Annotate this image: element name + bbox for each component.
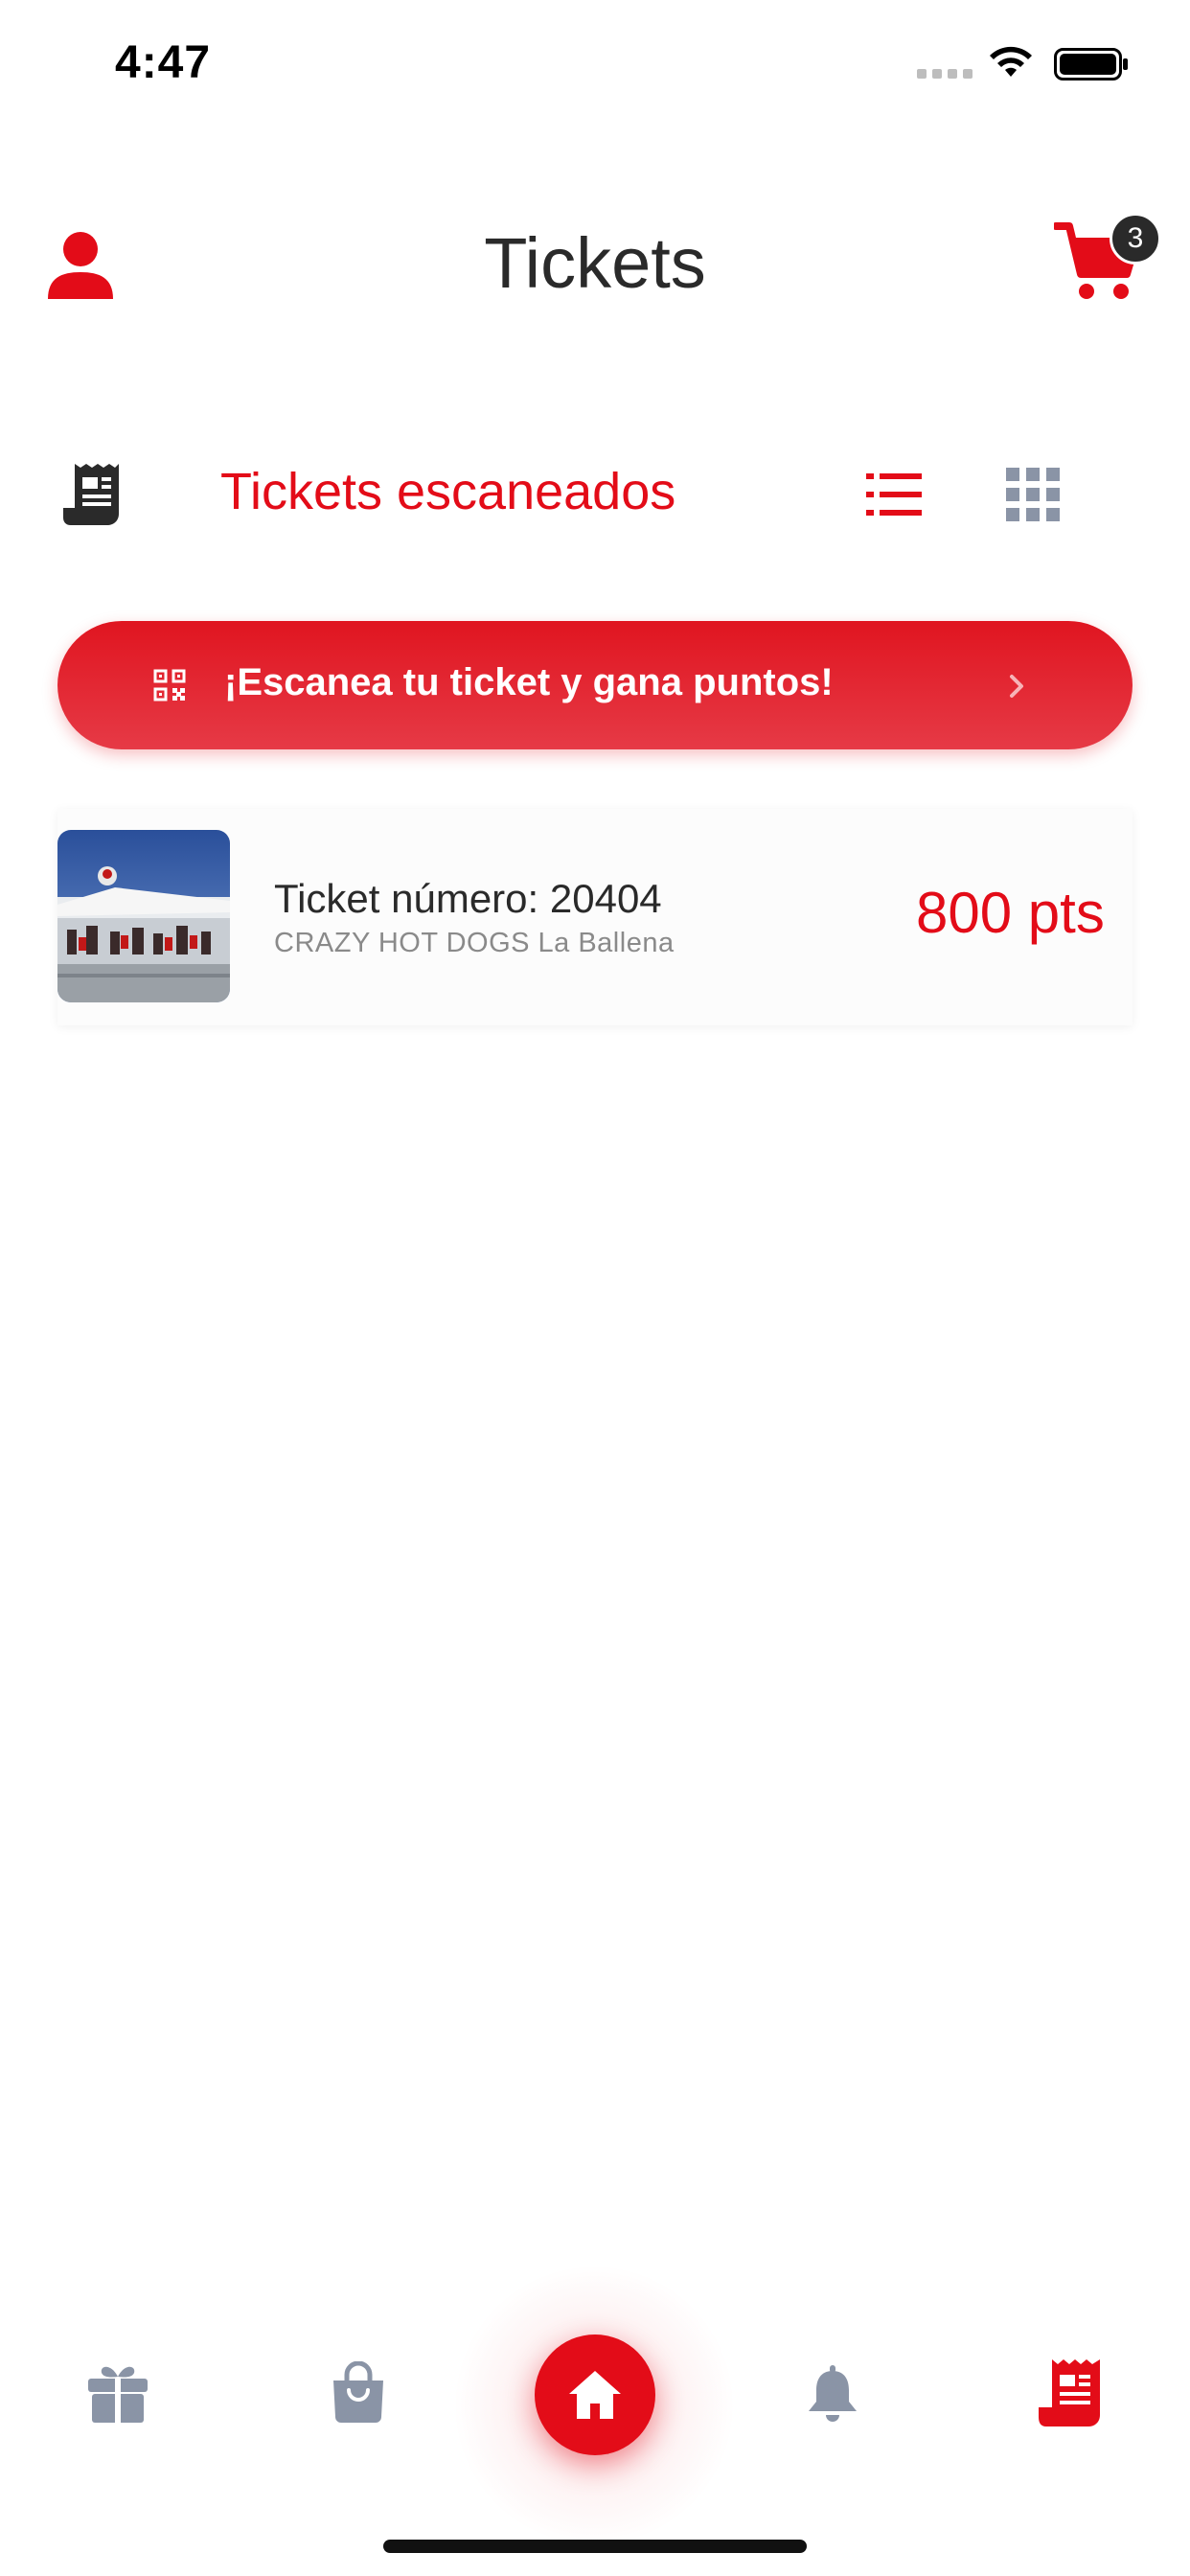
ticket-number: Ticket número: 20404 [274, 876, 662, 921]
section-title: Tickets escaneados [220, 463, 676, 520]
qr-code-icon [153, 669, 186, 702]
home-indicator [383, 2540, 807, 2553]
cellular-signal-icon [917, 69, 973, 79]
store-photo [57, 830, 230, 1002]
bell-icon[interactable] [805, 2363, 860, 2425]
battery-icon [1054, 48, 1128, 80]
receipt-icon [63, 464, 119, 525]
page-title: Tickets [484, 223, 706, 303]
cart-badge: 3 [1110, 213, 1161, 264]
tickets-tab-icon[interactable] [1037, 2358, 1104, 2428]
wifi-icon [990, 46, 1032, 77]
home-icon [569, 2371, 621, 2419]
list-view-icon[interactable] [866, 468, 924, 521]
status-time: 4:47 [115, 37, 212, 88]
bag-icon[interactable] [330, 2361, 387, 2425]
ticket-store-name: CRAZY HOT DOGS La Ballena [274, 928, 675, 958]
grid-view-icon[interactable] [1006, 468, 1060, 521]
chevron-right-icon [1010, 675, 1023, 698]
scan-ticket-label: ¡Escanea tu ticket y gana puntos! [224, 661, 834, 703]
ticket-points: 800 pts [916, 881, 1105, 945]
gift-icon[interactable] [86, 2361, 149, 2425]
